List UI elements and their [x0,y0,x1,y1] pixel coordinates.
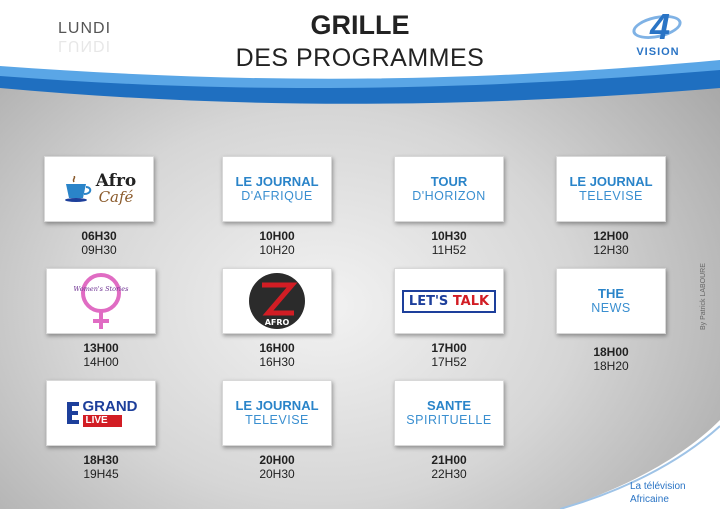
program-time: 16H00 16H30 [222,341,332,369]
letter-e-icon [66,402,79,424]
program-title: LE JOURNAL [235,398,319,413]
program-card-lets-talk[interactable]: LET'S TALK [394,268,504,334]
program-time: 20H00 20H30 [222,453,332,481]
start-time: 18H00 [593,345,629,359]
program-card-le-grand-live[interactable]: GRAND LIVE [46,380,156,446]
program-card-sante-spirituelle[interactable]: SANTE SPIRITUELLE [394,380,504,446]
program-time: 18H30 19H45 [46,453,156,481]
female-symbol-icon: Women's Stories [74,273,130,329]
program-card-afro-z[interactable]: AFRO [222,268,332,334]
program-subtitle: TELEVISE [579,189,643,203]
end-time: 09H30 [81,243,117,257]
start-time: 10H00 [259,229,295,243]
cafe-label: Café [98,188,134,206]
start-time: 17H00 [431,341,467,355]
program-title: TOUR [430,174,468,189]
end-time: 11H52 [431,243,467,257]
afro-z-logo-icon: AFRO [249,273,305,329]
program-time: 13H00 14H00 [46,341,156,369]
logo-number: 4 [650,6,671,47]
end-time: 10H20 [259,243,295,257]
footer-tagline-line2: Africaine [630,494,669,505]
program-card-journal-afrique[interactable]: LE JOURNAL D'AFRIQUE [222,156,332,222]
end-time: 18H20 [593,359,629,373]
program-card-afro-cafe[interactable]: Afro Café [44,156,154,222]
end-time: 22H30 [431,467,467,481]
program-time: 10H00 10H20 [222,229,332,257]
start-time: 18H30 [83,453,119,467]
end-time: 12H30 [593,243,629,257]
page-subtitle: DES PROGRAMMES [235,44,485,72]
photo-credit: By Patrick LABOURE [700,263,707,330]
start-time: 20H00 [259,453,295,467]
footer-tagline-line1: La télévision [630,481,686,492]
end-time: 14H00 [83,355,119,369]
start-time: 16H00 [259,341,295,355]
grand-label: GRAND [82,398,138,415]
program-time: 06H30 09H30 [44,229,154,257]
program-subtitle: TELEVISE [245,413,309,427]
start-time: 13H00 [83,341,119,355]
start-time: 06H30 [81,229,117,243]
end-time: 17H52 [431,355,467,369]
lets-talk-logo: LET'S TALK [401,289,497,313]
logo-word: VISION [636,46,680,58]
end-time: 19H45 [83,467,119,481]
program-card-tour-horizon[interactable]: TOUR D'HORIZON [394,156,504,222]
program-subtitle: NEWS [591,301,631,315]
program-title: THE [598,286,624,301]
end-time: 20H30 [259,467,295,481]
program-subtitle: D'HORIZON [412,189,486,203]
program-subtitle: SPIRITUELLE [406,413,492,427]
channel-logo: 4 VISION [628,6,688,62]
program-title: LE JOURNAL [235,174,319,189]
program-time: 12H00 12H30 [556,229,666,257]
start-time: 10H30 [431,229,467,243]
page-title: GRILLE [310,10,410,40]
afro-z-label: AFRO [265,318,290,327]
program-card-journal-televise[interactable]: LE JOURNAL TELEVISE [556,156,666,222]
program-card-womens-stories[interactable]: Women's Stories [46,268,156,334]
program-time: 17H00 17H52 [394,341,504,369]
program-title: SANTE [426,398,472,413]
start-time: 21H00 [431,453,467,467]
program-card-journal-televise-evening[interactable]: LE JOURNAL TELEVISE [222,380,332,446]
program-time: 18H00 18H20 [556,345,666,373]
coffee-cup-icon [64,176,91,202]
le-grand-live-logo: GRAND LIVE [65,399,138,427]
program-title: LE JOURNAL [569,174,653,189]
program-time: 21H00 22H30 [394,453,504,481]
program-subtitle: D'AFRIQUE [241,189,313,203]
talk-label: TALK [452,293,490,309]
womens-stories-label: Women's Stories [74,285,130,293]
start-time: 12H00 [593,229,629,243]
program-time: 10H30 11H52 [394,229,504,257]
end-time: 16H30 [259,355,295,369]
program-card-the-news[interactable]: THE NEWS [556,268,666,334]
lets-label: LET'S [408,293,449,309]
live-label: LIVE [82,415,122,427]
